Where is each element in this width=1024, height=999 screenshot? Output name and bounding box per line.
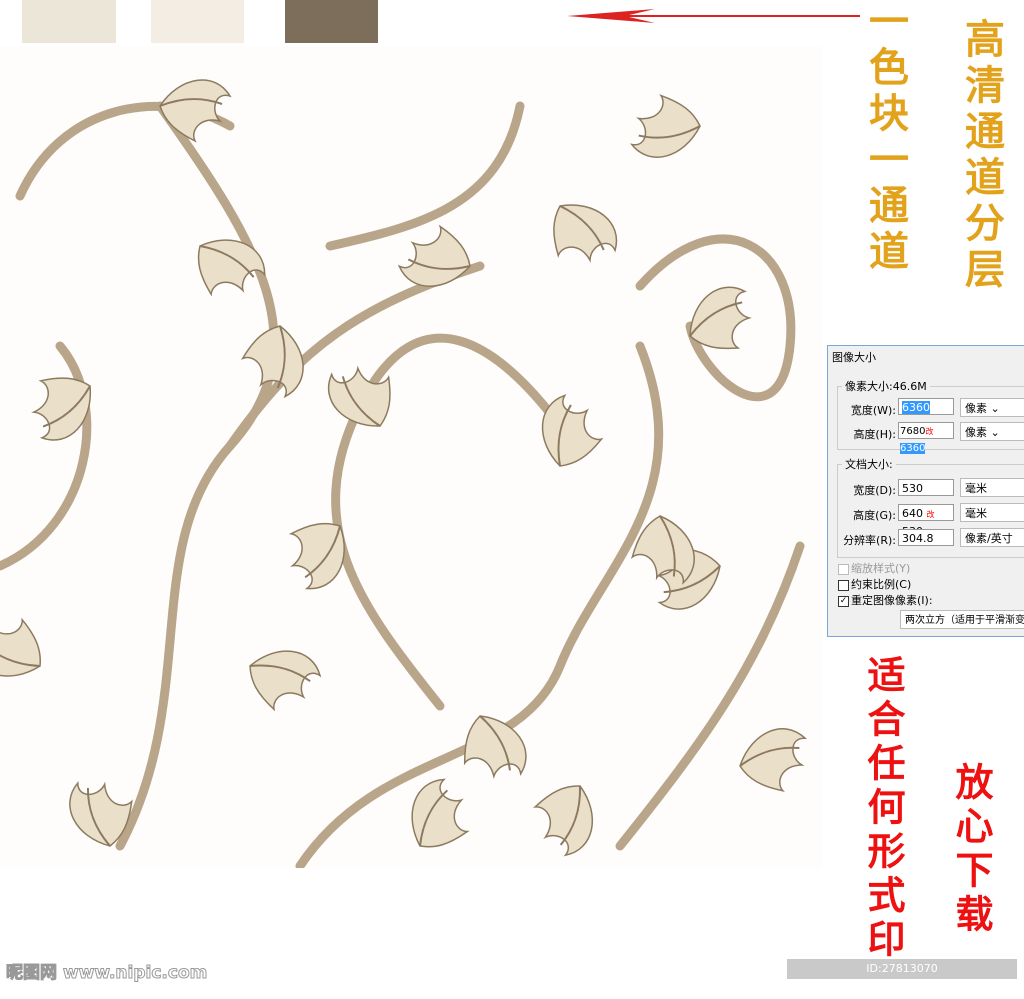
acanthus-leaf <box>629 94 701 158</box>
promo-left: 一色块一通道 <box>862 0 909 276</box>
width-label: 宽度(W): <box>850 404 896 417</box>
doc-width-input[interactable]: 530 <box>898 479 954 496</box>
resample-checkbox[interactable]: ✓ 重定图像像素(I): <box>838 592 933 608</box>
resolution-label: 分辨率(R): <box>843 534 896 547</box>
swatch-2 <box>151 0 244 43</box>
resample-method-select[interactable]: 两次立方（适用于平滑渐变 <box>900 610 1024 629</box>
acanthus-leaf <box>411 778 470 848</box>
doc-height-input[interactable]: 640 改 530 <box>898 504 954 538</box>
acanthus-leaf <box>553 204 618 263</box>
vine-stem <box>325 101 525 251</box>
promo-bottom-left: 适合任何形式印 <box>861 655 906 963</box>
swatch-1 <box>22 0 116 43</box>
resolution-input[interactable]: 304.8 <box>898 529 954 546</box>
doc-width-unit-select[interactable]: 毫米 <box>960 478 1024 497</box>
width-input[interactable]: 6360 <box>898 398 954 415</box>
vine-stem <box>115 101 279 851</box>
height-unit-select[interactable]: 像素 ⌄ <box>960 422 1024 441</box>
arrow-left-icon <box>567 9 860 23</box>
doc-height-label: 高度(G): <box>853 509 896 522</box>
swatch-3 <box>285 0 378 43</box>
resolution-unit-select[interactable]: 像素/英寸 <box>960 528 1024 547</box>
pixel-size-label: 像素大小:46.6M <box>842 378 930 394</box>
acanthus-leaf <box>69 781 133 847</box>
height-label: 高度(H): <box>853 428 896 441</box>
acanthus-leaf <box>249 650 322 712</box>
doc-size-label: 文档大小: <box>842 456 896 472</box>
height-input[interactable]: 7680改6360 <box>898 422 954 454</box>
doc-width-label: 宽度(D): <box>853 484 896 497</box>
image-size-dialog: 图像大小 像素大小:46.6M 宽度(W): 6360 像素 ⌄ 高度(H): … <box>827 345 1024 637</box>
acanthus-leaf <box>31 377 91 441</box>
width-unit-select[interactable]: 像素 ⌄ <box>960 398 1024 417</box>
doc-height-unit-select[interactable]: 毫米 <box>960 503 1024 522</box>
image-id: ID:27813070 NO:20200901154350497039 <box>787 959 1017 995</box>
acanthus-leaf <box>0 617 42 677</box>
acanthus-leaf <box>532 785 594 857</box>
acanthus-leaf <box>159 79 232 143</box>
acanthus-leaf <box>197 239 266 297</box>
watermark: 昵图网 www.nipic.com <box>5 963 208 984</box>
dialog-title: 图像大小 <box>832 351 876 364</box>
promo-bottom-right: 放心下载 <box>949 762 994 938</box>
floral-pattern <box>0 46 822 871</box>
scale-styles-checkbox[interactable]: 缩放样式(Y) <box>838 560 910 576</box>
constrain-checkbox[interactable]: 约束比例(C) <box>838 576 911 592</box>
acanthus-leaf <box>739 728 808 792</box>
acanthus-leaf <box>397 224 471 287</box>
promo-right: 高清通道分层 <box>958 18 1005 294</box>
